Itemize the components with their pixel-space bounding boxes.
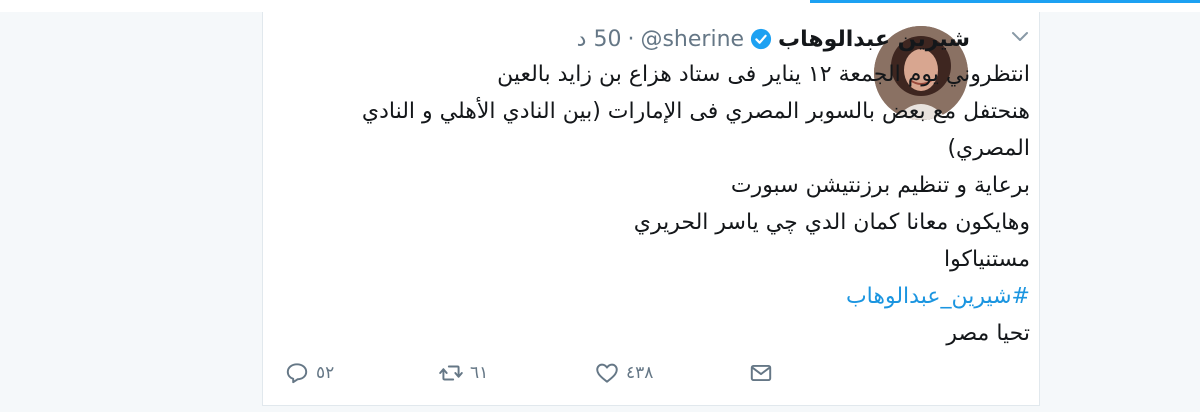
envelope-icon (750, 364, 772, 382)
reply-button[interactable]: ٥٢ (284, 360, 334, 386)
heart-icon (596, 363, 618, 383)
tweet-line: مستنياكوا (944, 247, 1030, 272)
chevron-down-icon[interactable] (1008, 24, 1032, 48)
tweet-header: شيرين عبدالوهاب @sherine · 50 د (500, 22, 970, 56)
tweet-line: هنحتفل مع بعض بالسوبر المصري فى الإمارات… (361, 99, 1030, 124)
tweet-line: وهايكون معانا كمان الدي چي ياسر الحريري (633, 210, 1030, 235)
tweet-line: تحيا مصر (946, 321, 1030, 346)
reply-count: ٥٢ (316, 363, 335, 383)
tweet-text: انتظروني يوم الجمعة ١٢ يناير فى ستاد هزا… (290, 60, 1030, 356)
like-count: ٤٣٨ (626, 363, 654, 383)
like-button[interactable]: ٤٣٨ (594, 360, 653, 386)
reply-icon (286, 363, 308, 384)
direct-message-button[interactable] (748, 360, 774, 386)
tweet-line: برعاية و تنظيم برزنتيشن سبورت (730, 173, 1030, 198)
timestamp[interactable]: 50 د (577, 27, 622, 52)
retweet-icon (439, 365, 463, 381)
retweet-button[interactable]: ٦١ (438, 360, 488, 386)
handle[interactable]: @sherine (640, 27, 744, 52)
hashtag-link[interactable]: #شيرين_عبدالوهاب (290, 282, 1030, 311)
verified-badge-icon (750, 28, 772, 50)
tweet-line: المصري) (947, 136, 1030, 161)
separator: · (627, 26, 635, 52)
tweet-line: انتظروني يوم الجمعة ١٢ يناير فى ستاد هزا… (497, 62, 1030, 87)
retweet-count: ٦١ (470, 363, 489, 383)
display-name[interactable]: شيرين عبدالوهاب (778, 27, 970, 52)
active-tab-indicator (810, 0, 1200, 3)
